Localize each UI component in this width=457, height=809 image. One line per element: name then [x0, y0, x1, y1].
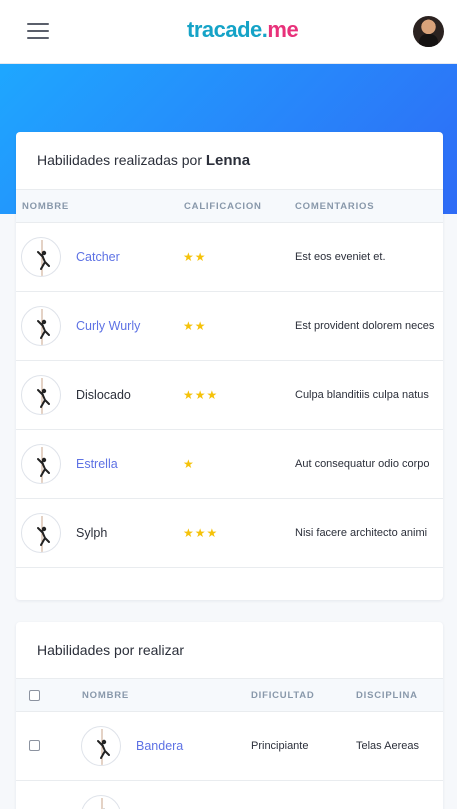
skill-name-link[interactable]: Catcher — [76, 250, 120, 264]
skill-name-link: Dislocado — [76, 388, 131, 402]
pending-skills-card: Habilidades por realizar NOMBRE DIFICULT… — [16, 622, 443, 809]
pending-skills-table-header: NOMBRE DIFICULTAD DISCIPLINA — [16, 678, 443, 712]
user-avatar[interactable] — [413, 16, 444, 47]
skill-comment: Culpa blanditiis culpa natus — [295, 389, 429, 401]
column-header-difficulty: DIFICULTAD — [251, 690, 315, 701]
done-skills-card: Habilidades realizadas por Lenna NOMBRE … — [16, 132, 443, 600]
skill-thumbnail — [21, 237, 61, 277]
rating-stars: ★★★ — [183, 388, 219, 402]
skill-comment: Aut consequatur odio corpo — [295, 458, 430, 470]
rating-stars: ★ — [183, 457, 195, 471]
table-row: Sylph ★★★ Nisi facere architecto animi — [16, 499, 443, 568]
skill-thumbnail — [21, 375, 61, 415]
skill-name-link: Sylph — [76, 526, 108, 540]
table-row: Curly Wurly ★★ Est provident dolorem neces — [16, 292, 443, 361]
skill-name-link[interactable]: Estrella — [76, 457, 118, 471]
skill-comment: Nisi facere architecto animi — [295, 527, 428, 539]
user-name: Lenna — [205, 152, 251, 169]
column-header-comments: COMENTARIOS — [295, 201, 375, 212]
column-header-name: NOMBRE — [82, 690, 130, 701]
menu-icon[interactable] — [27, 22, 49, 40]
rating-stars: ★★ — [183, 250, 207, 264]
rating-stars: ★★★ — [183, 526, 219, 540]
top-navbar: tracade.me — [0, 0, 457, 64]
table-row: Catcher ★★ Est eos eveniet et. — [16, 223, 443, 292]
pending-skills-title: Habilidades por realizar — [37, 642, 185, 658]
done-skills-table-header: NOMBRE CALIFICACION COMENTARIOS — [16, 189, 443, 223]
select-all-checkbox[interactable] — [29, 690, 40, 701]
rating-stars: ★★ — [183, 319, 207, 333]
skill-thumbnail — [21, 444, 61, 484]
table-row: Bandera Principiante Telas Aereas — [16, 712, 443, 781]
skill-name-link[interactable]: Curly Wurly — [76, 319, 140, 333]
skill-discipline: Telas Aereas — [356, 740, 419, 752]
done-skills-title: Habilidades realizadas por Lenna — [37, 152, 251, 169]
skill-thumbnail — [81, 795, 121, 809]
table-row: Estrella ★ Aut consequatur odio corpo — [16, 430, 443, 499]
row-checkbox[interactable] — [29, 740, 40, 751]
app-logo[interactable]: tracade.me — [187, 17, 299, 43]
skill-thumbnail — [21, 513, 61, 553]
skill-comment: Est eos eveniet et. — [295, 251, 386, 263]
skill-thumbnail — [21, 306, 61, 346]
skill-thumbnail — [81, 726, 121, 766]
skill-comment: Est provident dolorem neces — [295, 320, 435, 332]
table-row: Dislocado ★★★ Culpa blanditiis culpa natus — [16, 361, 443, 430]
skill-name-link[interactable]: Bandera — [136, 739, 183, 753]
column-header-discipline: DISCIPLINA — [356, 690, 418, 701]
column-header-name: NOMBRE — [22, 201, 70, 212]
skill-difficulty: Principiante — [251, 740, 309, 752]
column-header-rating: CALIFICACION — [184, 201, 262, 212]
